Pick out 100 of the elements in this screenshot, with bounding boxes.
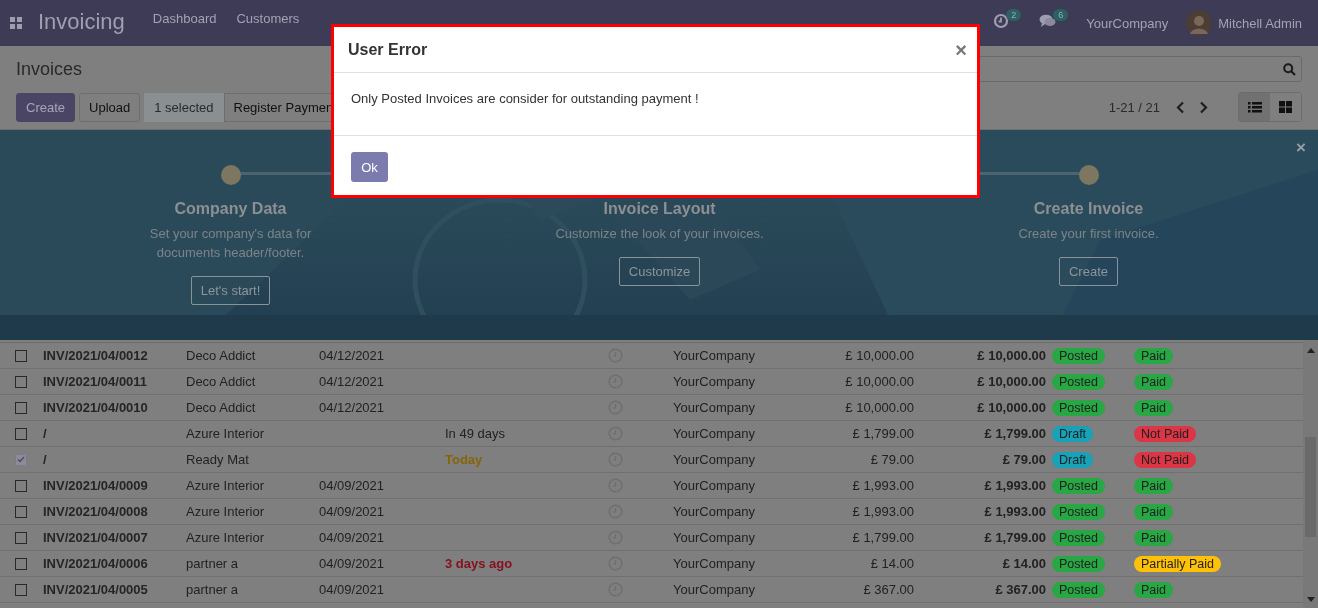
invoice-date: 04/09/2021 bbox=[319, 478, 385, 493]
company-name: YourCompany bbox=[673, 452, 755, 467]
list-icon[interactable] bbox=[1247, 101, 1262, 113]
untaxed-amount: £ 367.00 bbox=[863, 582, 914, 597]
invoice-number: INV/2021/04/0005 bbox=[43, 582, 148, 597]
step-description: Set your company's data for documents header/footer. bbox=[149, 225, 312, 262]
ok-button[interactable]: Ok bbox=[351, 152, 388, 182]
customer-name: Deco Addict bbox=[186, 374, 256, 389]
scroll-up-icon[interactable] bbox=[1306, 348, 1315, 353]
payment-badge: Paid bbox=[1134, 503, 1174, 520]
user-avatar[interactable] bbox=[1186, 10, 1213, 36]
payment-badge: Not Paid bbox=[1134, 451, 1196, 468]
company-name: YourCompany bbox=[673, 426, 755, 441]
due-date: Today bbox=[445, 452, 483, 467]
customer-name: Azure Interior bbox=[186, 478, 265, 493]
dialog-title: User Error bbox=[348, 40, 428, 59]
status-badge: Posted bbox=[1052, 399, 1105, 416]
scroll-down-icon[interactable] bbox=[1306, 597, 1315, 602]
company-name: YourCompany bbox=[673, 400, 755, 415]
total-amount: £ 367.00 bbox=[995, 582, 1046, 597]
customer-name: partner a bbox=[186, 556, 239, 571]
row-checkbox[interactable] bbox=[15, 375, 27, 388]
invoice-number: INV/2021/04/0009 bbox=[43, 478, 148, 493]
row-checkbox[interactable] bbox=[15, 583, 27, 596]
total-amount: £ 14.00 bbox=[1002, 556, 1046, 571]
step-description: Customize the look of your invoices. bbox=[555, 225, 764, 243]
row-checkbox[interactable] bbox=[15, 505, 27, 518]
invoice-number: INV/2021/04/0011 bbox=[43, 374, 148, 389]
apps-grid-icon[interactable] bbox=[10, 17, 22, 29]
invoice-date: 04/12/2021 bbox=[319, 400, 385, 415]
payment-badge: Paid bbox=[1134, 347, 1174, 364]
customer-name: partner a bbox=[186, 582, 239, 597]
toolbar-button[interactable]: 1 selected bbox=[144, 92, 224, 122]
total-amount: £ 1,993.00 bbox=[984, 478, 1046, 493]
row-checkbox[interactable] bbox=[15, 479, 27, 492]
invoice-date: 04/09/2021 bbox=[319, 504, 385, 519]
untaxed-amount: £ 1,993.00 bbox=[852, 504, 914, 519]
invoice-number: INV/2021/04/0007 bbox=[43, 530, 148, 545]
status-badge: Posted bbox=[1052, 373, 1105, 390]
close-button[interactable]: × bbox=[1296, 138, 1306, 158]
total-amount: £ 10,000.00 bbox=[977, 348, 1046, 363]
step-button[interactable]: Let's start! bbox=[190, 276, 271, 305]
step-title: Invoice Layout bbox=[603, 200, 716, 218]
untaxed-amount: £ 1,993.00 bbox=[852, 478, 914, 493]
invoice-number: INV/2021/04/0006 bbox=[43, 556, 148, 571]
company-name: YourCompany bbox=[673, 348, 755, 363]
step-description: Create your first invoice. bbox=[1018, 225, 1159, 243]
status-badge: Posted bbox=[1052, 503, 1105, 520]
payment-badge: Paid bbox=[1134, 373, 1174, 390]
row-checkbox[interactable] bbox=[15, 349, 27, 362]
company-name: YourCompany bbox=[673, 504, 755, 519]
close-button[interactable]: × bbox=[951, 39, 971, 60]
row-checkbox[interactable] bbox=[15, 453, 27, 466]
total-amount: £ 79.00 bbox=[1002, 452, 1046, 467]
customer-name: Azure Interior bbox=[186, 504, 265, 519]
kanban-icon[interactable] bbox=[1279, 101, 1292, 113]
chat-icon[interactable] bbox=[1039, 14, 1057, 28]
previous-icon[interactable] bbox=[1176, 100, 1185, 114]
untaxed-amount: £ 10,000.00 bbox=[845, 348, 914, 363]
untaxed-amount: £ 1,799.00 bbox=[852, 530, 914, 545]
search-icon[interactable] bbox=[1283, 62, 1296, 76]
next-icon[interactable] bbox=[1199, 100, 1208, 114]
invoice-number: INV/2021/04/0008 bbox=[43, 504, 148, 519]
step-title: Create Invoice bbox=[1033, 200, 1144, 218]
user-name[interactable]: Mitchell Admin bbox=[1218, 15, 1302, 31]
list-view-button[interactable] bbox=[1239, 93, 1270, 121]
total-amount: £ 1,799.00 bbox=[984, 426, 1046, 441]
payment-badge: Paid bbox=[1134, 529, 1174, 546]
menu-item[interactable]: Customers bbox=[236, 10, 300, 26]
untaxed-amount: £ 10,000.00 bbox=[845, 374, 914, 389]
row-checkbox[interactable] bbox=[15, 531, 27, 544]
row-checkbox[interactable] bbox=[15, 557, 27, 570]
customer-name: Ready Mat bbox=[186, 452, 249, 467]
invoice-date: 04/09/2021 bbox=[319, 530, 385, 545]
customer-name: Azure Interior bbox=[186, 530, 265, 545]
menu-item[interactable]: Dashboard bbox=[152, 10, 217, 26]
step-button[interactable]: Create bbox=[1059, 257, 1118, 286]
customer-name: Deco Addict bbox=[186, 400, 256, 415]
row-checkbox[interactable] bbox=[15, 401, 27, 414]
step-button[interactable]: Customize bbox=[618, 257, 701, 286]
untaxed-amount: £ 10,000.00 bbox=[845, 400, 914, 415]
status-badge: Draft bbox=[1052, 425, 1094, 442]
toolbar-button[interactable]: Upload bbox=[79, 92, 141, 122]
company-switcher[interactable]: YourCompany bbox=[1086, 15, 1169, 31]
activity-count-badge: 2 bbox=[1006, 9, 1022, 21]
payment-badge: Paid bbox=[1134, 477, 1174, 494]
invoice-date: 04/12/2021 bbox=[319, 374, 385, 389]
total-amount: £ 10,000.00 bbox=[977, 374, 1046, 389]
company-name: YourCompany bbox=[673, 478, 755, 493]
invoice-date: 04/09/2021 bbox=[319, 582, 385, 597]
invoice-date: 04/12/2021 bbox=[319, 348, 385, 363]
scrollbar[interactable] bbox=[1303, 340, 1318, 608]
untaxed-amount: £ 14.00 bbox=[870, 556, 914, 571]
status-badge: Posted bbox=[1052, 347, 1105, 364]
row-checkbox[interactable] bbox=[15, 427, 27, 440]
invoice-number: / bbox=[43, 426, 47, 441]
toolbar-button[interactable]: Create bbox=[16, 92, 76, 122]
total-amount: £ 10,000.00 bbox=[977, 400, 1046, 415]
clock-icon[interactable] bbox=[993, 13, 1010, 29]
message-count-badge: 6 bbox=[1053, 9, 1069, 21]
